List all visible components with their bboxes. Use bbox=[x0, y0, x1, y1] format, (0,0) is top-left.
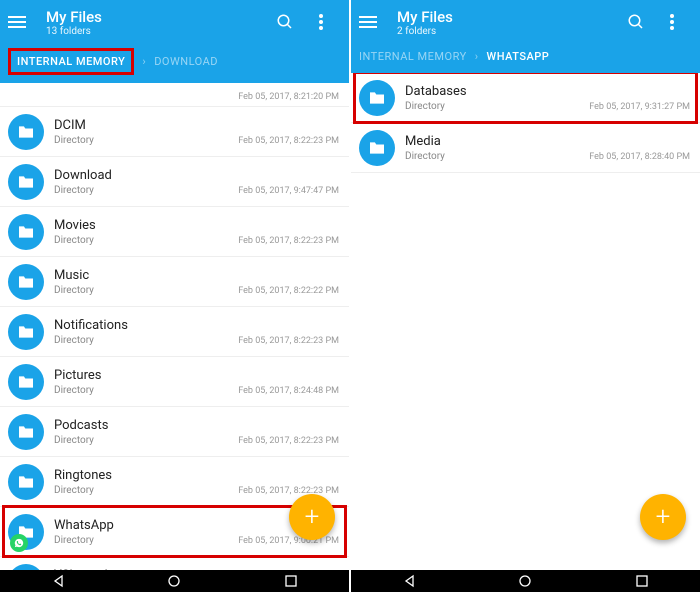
back-icon[interactable] bbox=[48, 574, 68, 588]
folder-name: Notifications bbox=[54, 318, 339, 333]
folder-icon bbox=[8, 564, 44, 571]
folder-type: Directory bbox=[54, 335, 94, 346]
folder-name: Ringtones bbox=[54, 468, 339, 483]
folder-list[interactable]: Feb 05, 2017, 8:21:20 PM DCIM Directory Fe… bbox=[0, 83, 349, 570]
folder-icon bbox=[8, 214, 44, 250]
folder-name: Pictures bbox=[54, 368, 339, 383]
folder-date: Feb 05, 2017, 9:47:47 PM bbox=[238, 186, 339, 196]
home-icon[interactable] bbox=[164, 574, 184, 588]
title-block: My Files 2 folders bbox=[397, 8, 618, 37]
folder-type: Directory bbox=[405, 151, 445, 162]
folder-type: Directory bbox=[54, 485, 94, 496]
app-title: My Files bbox=[46, 8, 267, 26]
folder-type: Directory bbox=[54, 135, 94, 146]
breadcrumb: INTERNAL MEMORY › WHATSAPP bbox=[351, 44, 700, 73]
more-icon[interactable] bbox=[654, 4, 690, 40]
folder-date: Feb 05, 2017, 8:22:23 PM bbox=[238, 136, 339, 146]
folder-icon bbox=[359, 130, 395, 166]
add-button[interactable]: + bbox=[289, 494, 335, 540]
crumb-download[interactable]: DOWNLOAD bbox=[154, 55, 218, 68]
folder-date: Feb 05, 2017, 9:00:21 PM bbox=[238, 536, 339, 546]
menu-icon[interactable] bbox=[359, 16, 387, 28]
folder-count: 2 folders bbox=[397, 26, 618, 37]
left-panel: My Files 13 folders INTERNAL MEMORY › DO… bbox=[0, 0, 349, 592]
folder-icon bbox=[8, 264, 44, 300]
crumb-internal-memory[interactable]: INTERNAL MEMORY bbox=[359, 50, 467, 63]
list-item[interactable]: Notifications Directory Feb 05, 2017, 8:22… bbox=[0, 307, 349, 357]
app-header: My Files 2 folders INTERNAL MEMORY › WHA… bbox=[351, 0, 700, 73]
recent-icon[interactable] bbox=[632, 574, 652, 588]
folder-type: Directory bbox=[54, 285, 94, 296]
folder-name: Media bbox=[405, 134, 690, 149]
folder-list[interactable]: Databases Directory Feb 05, 2017, 9:31:27 … bbox=[351, 73, 700, 570]
title-block: My Files 13 folders bbox=[46, 8, 267, 37]
list-item[interactable]: Pictures Directory Feb 05, 2017, 8:24:48 P… bbox=[0, 357, 349, 407]
folder-name: Databases bbox=[405, 84, 690, 99]
folder-date: Feb 05, 2017, 8:22:23 PM bbox=[238, 436, 339, 446]
crumb-internal-memory[interactable]: INTERNAL MEMORY bbox=[8, 48, 134, 75]
folder-name: Download bbox=[54, 168, 339, 183]
app-title: My Files bbox=[397, 8, 618, 26]
folder-name: Podcasts bbox=[54, 418, 339, 433]
folder-icon bbox=[8, 364, 44, 400]
folder-type: Directory bbox=[54, 435, 94, 446]
folder-type: Directory bbox=[54, 235, 94, 246]
chevron-right-icon: › bbox=[142, 55, 146, 68]
android-navbar bbox=[0, 570, 349, 592]
whatsapp-badge-icon bbox=[10, 534, 28, 552]
folder-name: Movies bbox=[54, 218, 339, 233]
folder-date: Feb 05, 2017, 8:22:23 PM bbox=[238, 486, 339, 496]
folder-date: Feb 05, 2017, 8:22:23 PM bbox=[238, 236, 339, 246]
recent-icon[interactable] bbox=[281, 574, 301, 588]
folder-type: Directory bbox=[54, 185, 94, 196]
list-item[interactable]: Movies Directory Feb 05, 2017, 8:22:23 PM bbox=[0, 207, 349, 257]
folder-date: Feb 05, 2017, 8:28:40 PM bbox=[589, 152, 690, 162]
add-button[interactable]: + bbox=[640, 494, 686, 540]
folder-type: Directory bbox=[54, 385, 94, 396]
menu-icon[interactable] bbox=[8, 16, 36, 28]
more-icon[interactable] bbox=[303, 4, 339, 40]
folder-type: Directory bbox=[405, 101, 445, 112]
list-item[interactable]: DCIM Directory Feb 05, 2017, 8:22:23 PM bbox=[0, 107, 349, 157]
toolbar: My Files 2 folders bbox=[351, 0, 700, 44]
list-item[interactable]: Feb 05, 2017, 8:21:20 PM bbox=[0, 83, 349, 107]
list-item[interactable]: Music Directory Feb 05, 2017, 8:22:22 PM bbox=[0, 257, 349, 307]
chevron-right-icon: › bbox=[475, 50, 479, 63]
back-icon[interactable] bbox=[399, 574, 419, 588]
folder-icon bbox=[359, 80, 395, 116]
right-panel: My Files 2 folders INTERNAL MEMORY › WHA… bbox=[351, 0, 700, 592]
folder-date: Feb 05, 2017, 8:22:23 PM bbox=[238, 336, 339, 346]
folder-name: Music bbox=[54, 268, 339, 283]
folder-date: Feb 05, 2017, 8:22:22 PM bbox=[238, 286, 339, 296]
list-item[interactable]: Download Directory Feb 05, 2017, 9:47:47 P… bbox=[0, 157, 349, 207]
folder-icon bbox=[8, 414, 44, 450]
crumb-whatsapp[interactable]: WHATSAPP bbox=[487, 50, 550, 63]
app-header: My Files 13 folders INTERNAL MEMORY › DO… bbox=[0, 0, 349, 83]
folder-icon bbox=[8, 514, 44, 550]
folder-type: Directory bbox=[54, 535, 94, 546]
home-icon[interactable] bbox=[515, 574, 535, 588]
folder-icon bbox=[8, 464, 44, 500]
folder-icon bbox=[8, 164, 44, 200]
folder-date: Feb 05, 2017, 8:24:48 PM bbox=[238, 386, 339, 396]
folder-name: DCIM bbox=[54, 118, 339, 133]
android-navbar bbox=[351, 570, 700, 592]
list-item[interactable]: YSLauncherDirectoryFeb 05, 2017, 8:22:07… bbox=[0, 557, 349, 570]
list-item[interactable]: Media Directory Feb 05, 2017, 8:28:40 PM bbox=[351, 123, 700, 173]
folder-icon bbox=[8, 114, 44, 150]
folder-name: YSLauncher bbox=[54, 568, 339, 571]
list-item[interactable]: Databases Directory Feb 05, 2017, 9:31:27 … bbox=[351, 73, 700, 123]
folder-count: 13 folders bbox=[46, 26, 267, 37]
search-icon[interactable] bbox=[267, 4, 303, 40]
search-icon[interactable] bbox=[618, 4, 654, 40]
folder-date: Feb 05, 2017, 9:31:27 PM bbox=[589, 102, 690, 112]
toolbar: My Files 13 folders bbox=[0, 0, 349, 44]
list-item[interactable]: Podcasts Directory Feb 05, 2017, 8:22:23 P… bbox=[0, 407, 349, 457]
folder-icon bbox=[8, 314, 44, 350]
breadcrumb: INTERNAL MEMORY › DOWNLOAD bbox=[0, 44, 349, 83]
